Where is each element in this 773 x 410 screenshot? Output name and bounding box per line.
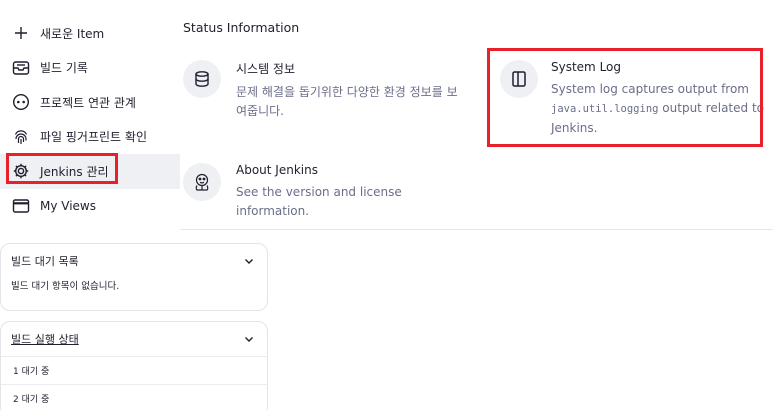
section-divider (180, 229, 773, 230)
database-icon (183, 60, 221, 98)
system-info-title: 시스템 정보 (236, 62, 296, 76)
sidebar-item-label: 새로운 Item (40, 26, 105, 41)
window-icon (12, 197, 30, 215)
system-log-text: System Log System log captures output fr… (551, 60, 766, 138)
system-log-title: System Log (551, 60, 621, 74)
plus-icon (12, 24, 30, 42)
chevron-down-icon[interactable] (243, 333, 255, 345)
sidebar-item-my-views[interactable]: My Views (0, 189, 180, 224)
relationship-icon (12, 93, 30, 111)
log-icon (500, 60, 538, 98)
sidebar-item-label: 파일 핑거프린트 확인 (40, 130, 147, 145)
sidebar-item-label: My Views (40, 198, 96, 213)
build-queue-header[interactable]: 빌드 대기 목록 (1, 244, 267, 278)
system-info-description: 문제 해결을 돕기위한 다양한 환경 정보를 보여줍니다. (236, 85, 458, 118)
sidebar-item-label: 빌드 기록 (40, 61, 88, 76)
system-log-card[interactable]: System Log System log captures output fr… (500, 60, 765, 138)
sidebar-item-fingerprint[interactable]: 파일 핑거프린트 확인 (0, 120, 180, 155)
executors-title-link[interactable]: 빌드 실행 상태 (11, 331, 79, 347)
executors-panel: 빌드 실행 상태 1 대기 중 2 대기 중 (0, 321, 268, 410)
about-jenkins-description: See the version and license information. (236, 185, 402, 218)
sidebar-item-build-history[interactable]: 빌드 기록 (0, 51, 180, 86)
system-log-desc-code: java.util.logging (551, 103, 659, 115)
sidebar-item-label: Jenkins 관리 (40, 164, 109, 179)
inbox-icon (12, 59, 30, 77)
executor-row: 2 대기 중 (1, 384, 267, 410)
sidebar-tasks: 새로운 Item 빌드 기록 프로젝트 연관 관계 파일 핑거프린트 확인 Je… (0, 16, 180, 223)
system-info-card[interactable]: 시스템 정보 문제 해결을 돕기위한 다양한 환경 정보를 보여줍니다. (183, 60, 473, 121)
build-queue-panel: 빌드 대기 목록 빌드 대기 항목이 없습니다. (0, 243, 268, 311)
sidebar-item-label: 프로젝트 연관 관계 (40, 95, 136, 110)
sidebar-item-manage-jenkins[interactable]: Jenkins 관리 (0, 154, 180, 189)
sidebar-item-new-item[interactable]: 새로운 Item (0, 16, 180, 51)
fingerprint-icon (12, 128, 30, 146)
build-queue-title: 빌드 대기 목록 (11, 255, 79, 268)
about-jenkins-card[interactable]: About Jenkins See the version and licens… (183, 163, 483, 221)
about-jenkins-title: About Jenkins (236, 163, 318, 177)
about-jenkins-text: About Jenkins See the version and licens… (236, 163, 476, 221)
executor-row: 1 대기 중 (1, 356, 267, 384)
sidebar-item-project-relationship[interactable]: 프로젝트 연관 관계 (0, 85, 180, 120)
jenkins-icon (183, 163, 221, 201)
executors-header: 빌드 실행 상태 (1, 322, 267, 356)
build-queue-empty-text: 빌드 대기 항목이 없습니다. (11, 281, 120, 292)
section-title: Status Information (183, 20, 300, 35)
system-log-description: System log captures output from java.uti… (551, 80, 766, 138)
chevron-down-icon[interactable] (243, 255, 255, 267)
gear-icon (12, 162, 30, 180)
system-info-text: 시스템 정보 문제 해결을 돕기위한 다양한 환경 정보를 보여줍니다. (236, 60, 466, 121)
system-log-desc-pre: System log captures output from (551, 82, 749, 96)
